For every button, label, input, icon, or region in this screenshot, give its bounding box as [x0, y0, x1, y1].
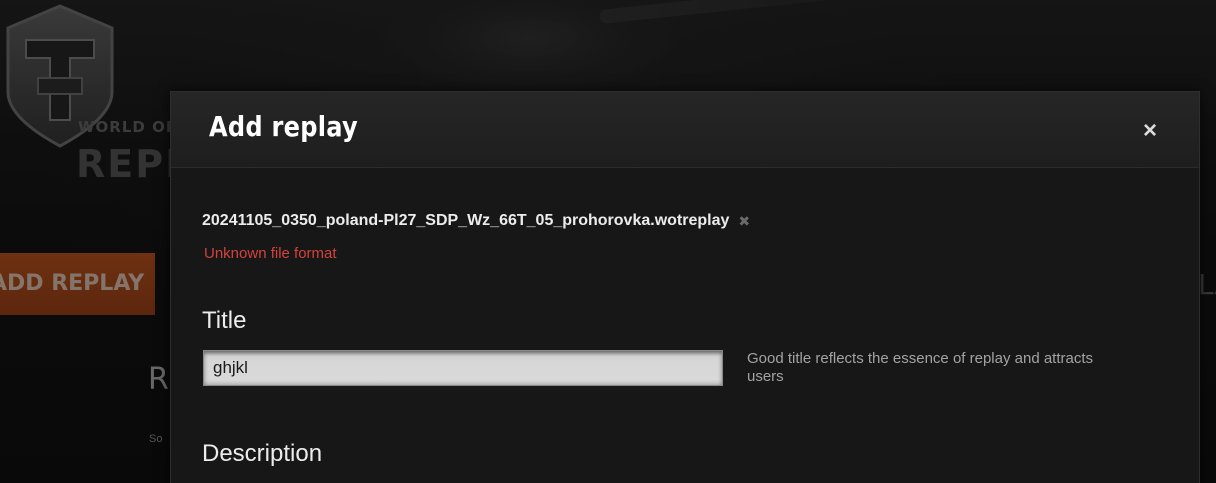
title-input[interactable] [203, 350, 723, 386]
modal-title: Add replay [209, 110, 358, 143]
title-hint: Good title reflects the essence of repla… [747, 350, 1094, 385]
selected-file-row: 20241105_0350_poland-Pl27_SDP_Wz_66T_05_… [202, 212, 750, 230]
close-icon[interactable]: × [1135, 116, 1165, 146]
selected-file-name: 20241105_0350_poland-Pl27_SDP_Wz_66T_05_… [202, 212, 730, 229]
remove-file-icon[interactable]: ✖ [738, 213, 750, 230]
modal-header: Add replay × [171, 92, 1199, 168]
page: WORLD OF REPL ADD REPLAY R So LA Add rep… [0, 0, 1216, 483]
title-label: Title [202, 307, 247, 334]
description-label: Description [202, 440, 323, 467]
file-error-message: Unknown file format [204, 245, 337, 262]
add-replay-modal: Add replay × 20241105_0350_poland-Pl27_S… [170, 91, 1200, 483]
